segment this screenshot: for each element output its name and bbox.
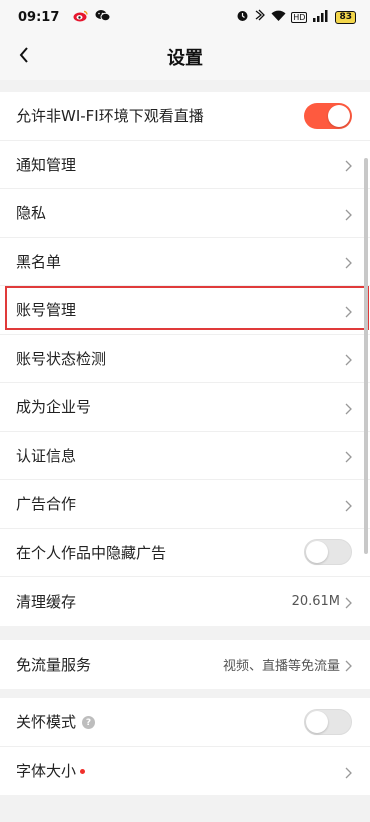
help-icon[interactable]: ? [82, 716, 96, 730]
red-dot-badge [80, 769, 86, 775]
scrollbar[interactable] [364, 158, 368, 554]
wifi-live-row: 允许非WI-FI环境下观看直播 [0, 92, 370, 141]
settings-item-ad-cooperation[interactable]: 广告合作 [0, 480, 370, 529]
nfc-icon [254, 9, 266, 25]
chevron-right-icon [344, 158, 352, 172]
settings-item-enterprise[interactable]: 成为企业号 [0, 383, 370, 432]
hide-ads-row: 在个人作品中隐藏广告 [0, 529, 370, 577]
back-button[interactable] [12, 42, 36, 72]
settings-item-verification[interactable]: 认证信息 [0, 432, 370, 480]
settings-item-label: 清理缓存 [16, 592, 77, 611]
wifi-live-label: 允许非WI-FI环境下观看直播 [16, 107, 204, 126]
care-mode-label: 关怀模式 [16, 713, 77, 732]
settings-group-traffic: 免流量服务 视频、直播等免流量 [0, 640, 370, 689]
settings-item-label: 成为企业号 [16, 398, 92, 417]
font-size-label: 字体大小 [16, 762, 77, 781]
chevron-right-icon [344, 401, 352, 415]
settings-item-label: 认证信息 [16, 446, 77, 465]
wifi-live-toggle[interactable] [304, 102, 352, 129]
settings-item-label: 黑名单 [16, 252, 62, 271]
chevron-right-icon [344, 255, 352, 269]
settings-item-label: 账号管理 [16, 301, 77, 320]
weibo-icon [73, 9, 89, 26]
wifi-icon [271, 10, 286, 25]
battery-indicator: 83 [335, 10, 356, 24]
toggle-knob [306, 710, 328, 733]
status-bar: 09:17 HD 83 [0, 0, 370, 34]
care-mode-label-wrap: 关怀模式? [16, 711, 304, 732]
chevron-right-icon [344, 498, 352, 512]
chevron-left-icon [19, 47, 29, 67]
status-time: 09:17 [18, 9, 60, 25]
settings-item-account-status[interactable]: 账号状态检测 [0, 335, 370, 383]
care-mode-toggle[interactable] [304, 708, 352, 735]
settings-item-account-management[interactable]: 账号管理 [0, 286, 370, 335]
hd-icon: HD [291, 11, 308, 23]
alarm-icon [236, 9, 249, 25]
settings-item-label: 账号状态检测 [16, 349, 107, 368]
settings-item-label: 隐私 [16, 204, 47, 223]
chevron-right-icon [344, 352, 352, 366]
chevron-right-icon [344, 207, 352, 221]
page-title: 设置 [167, 48, 203, 69]
chevron-right-icon [344, 449, 352, 463]
wechat-icon [95, 9, 111, 26]
status-left: 09:17 [18, 9, 111, 26]
cache-size-value: 20.61M [291, 593, 340, 609]
status-right: HD 83 [236, 9, 356, 25]
hide-ads-label: 在个人作品中隐藏广告 [16, 543, 167, 562]
settings-item-privacy[interactable]: 隐私 [0, 189, 370, 238]
settings-item-clear-cache[interactable]: 清理缓存 20.61M [0, 577, 370, 626]
settings-item-font-size[interactable]: 字体大小 [0, 747, 370, 796]
signal-icon [312, 9, 330, 25]
free-traffic-value: 视频、直播等免流量 [222, 658, 340, 674]
settings-item-label: 广告合作 [16, 495, 77, 514]
nav-bar: 设置 [0, 34, 370, 80]
settings-item-blacklist[interactable]: 黑名单 [0, 238, 370, 286]
settings-item-free-traffic[interactable]: 免流量服务 视频、直播等免流量 [0, 640, 370, 689]
settings-group-main: 允许非WI-FI环境下观看直播 通知管理 隐私 黑名单 账号管理 账号状态检测 … [0, 92, 370, 626]
settings-item-notification[interactable]: 通知管理 [0, 141, 370, 189]
font-size-label-wrap: 字体大小 [16, 760, 344, 781]
chevron-right-icon [344, 658, 352, 672]
settings-group-accessibility: 关怀模式? 字体大小 [0, 698, 370, 795]
care-mode-row: 关怀模式? [0, 698, 370, 747]
toggle-knob [306, 541, 328, 564]
settings-item-label: 通知管理 [16, 155, 77, 174]
chevron-right-icon [344, 595, 352, 609]
settings-item-label: 免流量服务 [16, 655, 92, 674]
chevron-right-icon [344, 765, 352, 779]
chevron-right-icon [344, 304, 352, 318]
toggle-knob [328, 104, 350, 127]
hide-ads-toggle[interactable] [304, 539, 352, 566]
